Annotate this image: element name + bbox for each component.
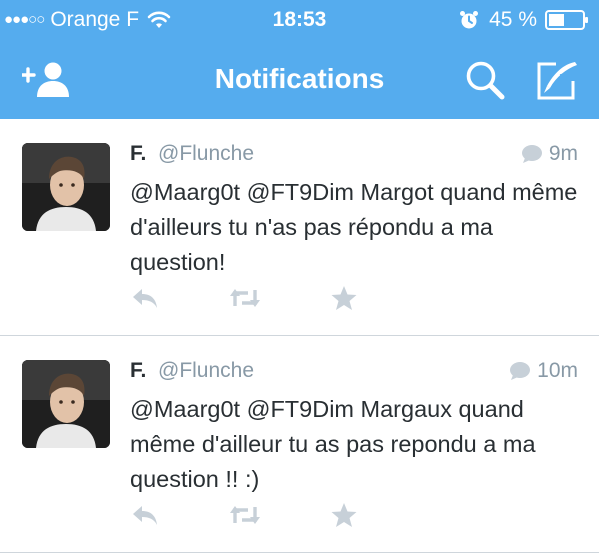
tweet-age: 9m [548, 142, 578, 165]
favorite-icon[interactable] [329, 284, 359, 312]
status-right: 45 % [459, 7, 589, 33]
author-handle[interactable]: @Flunche [158, 358, 254, 384]
retweet-icon[interactable] [228, 501, 262, 529]
author-name[interactable]: F. [130, 358, 146, 384]
alarm-icon [460, 11, 479, 29]
author-handle[interactable]: @Flunche [158, 141, 254, 167]
battery-icon [545, 10, 588, 30]
avatar[interactable] [22, 143, 110, 231]
tweet-timestamp: 9m [521, 141, 578, 167]
tweet-text: @Maarg0t @FT9Dim Margaux quand même d'ai… [130, 396, 536, 492]
tweet-actions [130, 284, 390, 314]
favorite-icon[interactable] [329, 501, 359, 529]
avatar[interactable] [22, 360, 110, 448]
conversation-icon [521, 145, 542, 163]
compose-icon[interactable] [534, 59, 578, 103]
tweet-timestamp: 10m [509, 358, 578, 384]
battery-percent: 45 % [489, 8, 537, 31]
conversation-icon [510, 362, 531, 380]
status-bar: ●●●○○ Orange F 18:53 45 % [0, 0, 599, 40]
search-icon[interactable] [464, 59, 506, 101]
tweet-item[interactable]: F. @Flunche 10m @Maarg0t @FT9Dim Margaux… [0, 336, 599, 553]
reply-icon[interactable] [130, 284, 160, 312]
page-title: Notifications [214, 63, 385, 94]
tweet-actions [130, 501, 390, 531]
app-header: ●●●○○ Orange F 18:53 45 % Notifications [0, 0, 599, 119]
reply-icon[interactable] [130, 501, 160, 529]
tweet-text: @Maarg0t @FT9Dim Margot quand même d'ail… [130, 179, 578, 275]
tweet-header: F. @Flunche 9m [130, 141, 578, 169]
tweet-header: F. @Flunche 10m [130, 358, 578, 386]
tweet-age: 10m [537, 359, 578, 382]
retweet-icon[interactable] [228, 284, 262, 312]
tweet-item[interactable]: F. @Flunche 9m @Maarg0t @FT9Dim Margot q… [0, 119, 599, 336]
notifications-feed: F. @Flunche 9m @Maarg0t @FT9Dim Margot q… [0, 119, 599, 553]
author-name[interactable]: F. [130, 141, 146, 167]
nav-bar: Notifications [0, 40, 599, 119]
